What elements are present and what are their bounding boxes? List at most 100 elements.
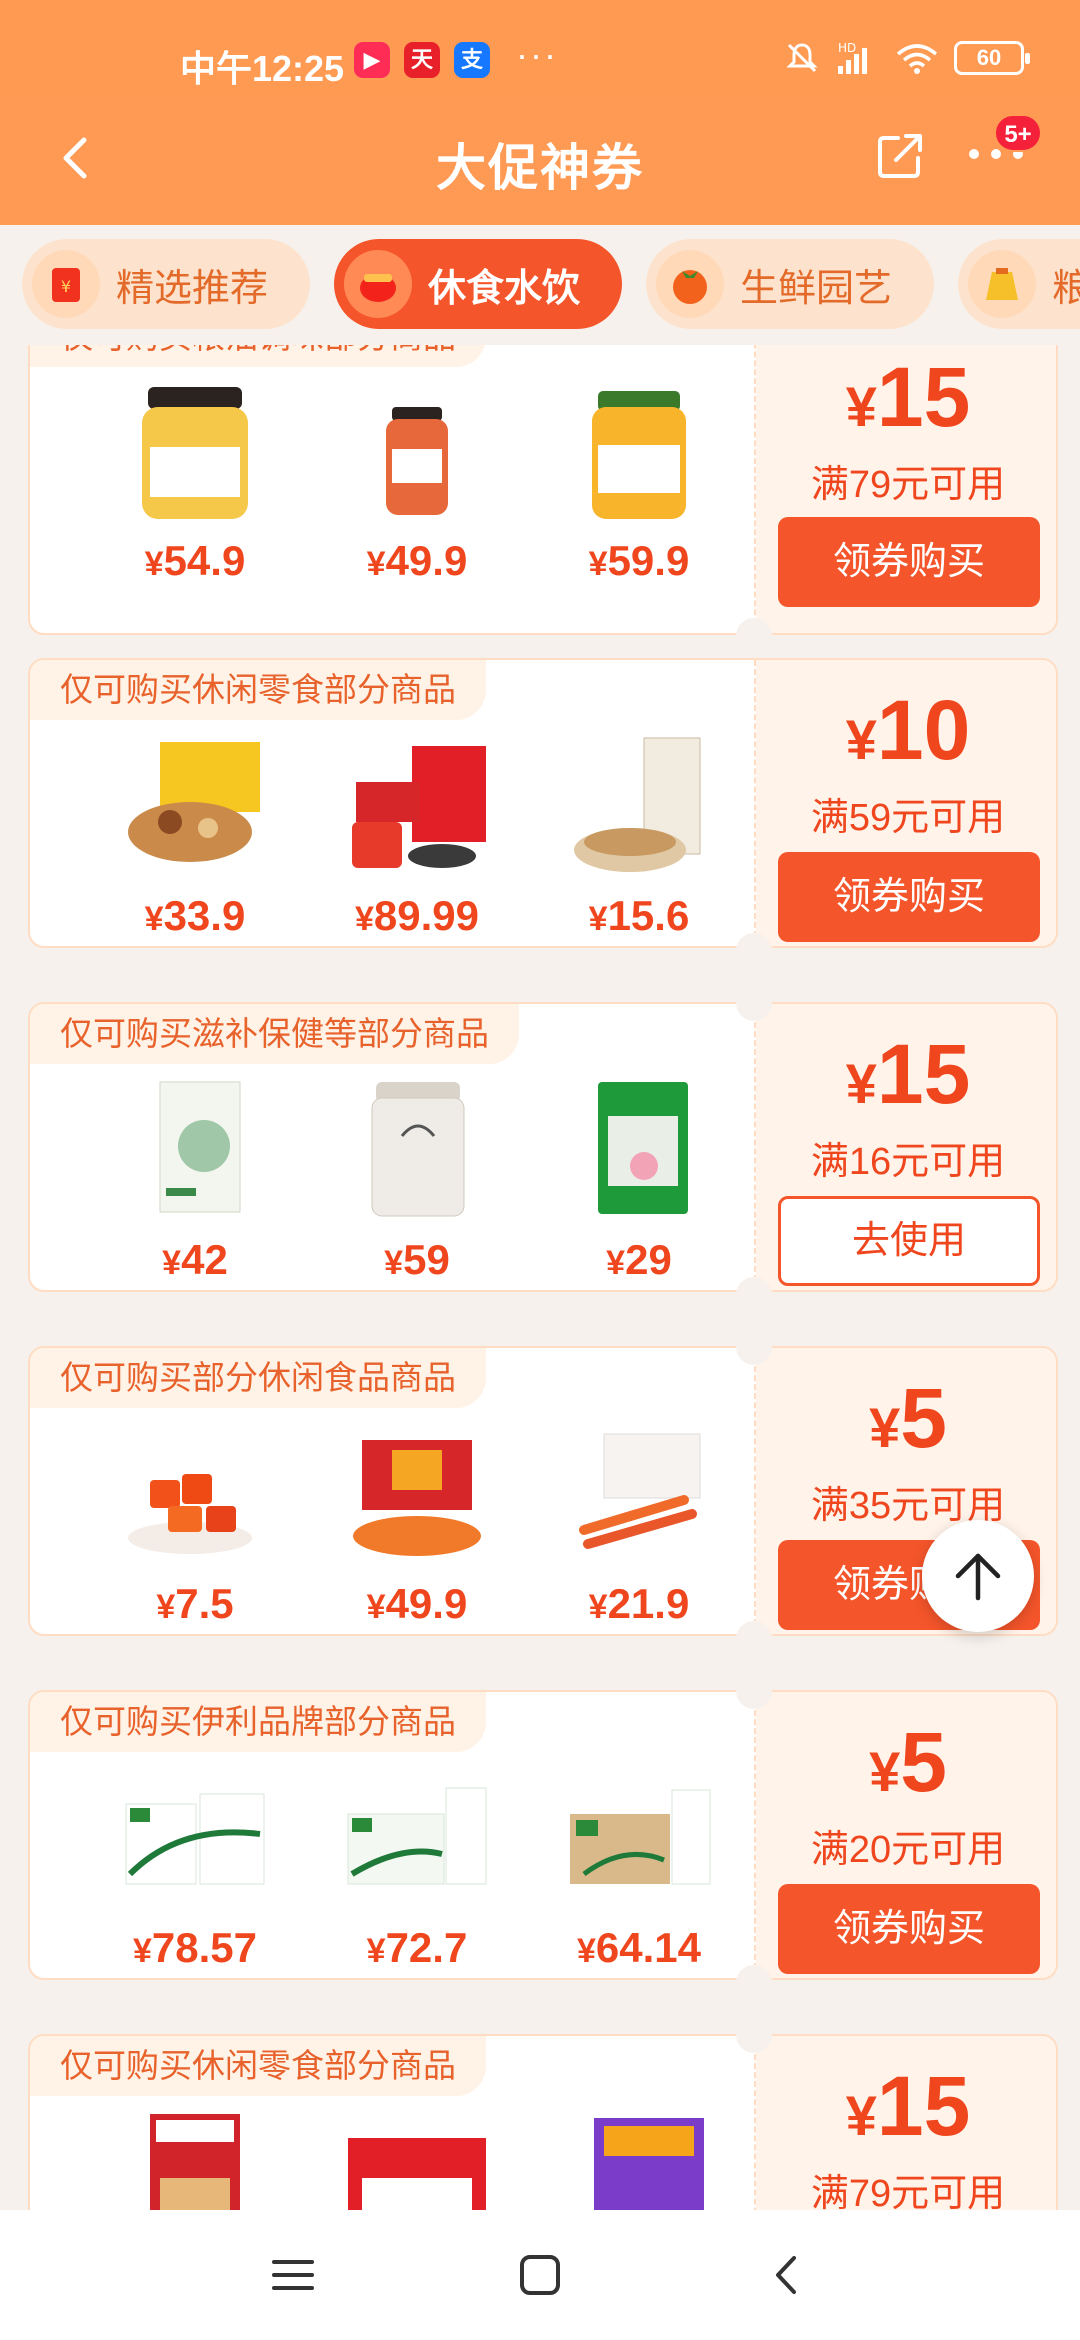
wifi-icon — [896, 44, 938, 74]
tab-label: 粮 — [1052, 267, 1080, 310]
product-price: ¥33.9 — [144, 892, 246, 939]
ticket-notch — [736, 1329, 772, 1365]
snack-box-image — [594, 2118, 704, 2210]
coupon-card: 仅可购买粮油调味部分商品 ¥54.9 ¥49.9 ¥59.9 ¥15 满79元可… — [28, 345, 1058, 635]
loacker-wafer-image — [150, 2114, 240, 2210]
yellow-peach-jar-image — [592, 391, 686, 519]
coupon-condition: 满79元可用 — [810, 2173, 1006, 2210]
scroll-to-top-button[interactable] — [922, 1520, 1034, 1632]
coupon-card: 仅可购买休闲零食部分商品 ¥15 满79元可用 — [28, 2034, 1058, 2210]
gift-box-snacks-image — [352, 746, 486, 868]
coupon-scope-label: 仅可购买休闲零食部分商品 — [30, 660, 486, 720]
coupon-amount: ¥10 — [845, 683, 971, 777]
tab-label: 精选推荐 — [116, 267, 269, 310]
alipay-app-icon: 支 — [454, 42, 490, 78]
product-price: ¥49.9 — [366, 1580, 468, 1627]
back-icon[interactable] — [762, 2250, 812, 2300]
coupon-value-panel: ¥15 满79元可用 — [756, 2036, 1056, 2210]
ticket-notch — [736, 1965, 772, 2001]
latiao-strips-image — [579, 1433, 701, 1549]
coupon-condition: 满35元可用 — [810, 1485, 1006, 1527]
tab-snacks-drinks[interactable]: 休食水饮 — [334, 239, 622, 329]
menu-icon[interactable] — [268, 2250, 318, 2300]
product-price: ¥89.99 — [354, 892, 480, 939]
claim-and-buy-button[interactable]: 领券购买 — [778, 1884, 1040, 1974]
pure-milk-gift-box-image — [347, 1787, 487, 1885]
status-right-group: HD 60 — [784, 40, 1030, 76]
ticket-notch — [736, 1673, 772, 1709]
coupon-card: 仅可购买休闲零食部分商品 ¥33.9 ¥89.99 ¥15.6 ¥10 满59元… — [28, 658, 1058, 948]
tab-label: 休食水饮 — [428, 267, 581, 310]
coupon-list: 仅可购买粮油调味部分商品 ¥54.9 ¥49.9 ¥59.9 ¥15 满79元可… — [0, 345, 1080, 2210]
product-price: ¥59.9 — [588, 537, 690, 584]
coupon-card: 仅可购买伊利品牌部分商品 ¥78.57 ¥72.7 ¥64.14 ¥5 满20元… — [28, 1690, 1058, 1980]
spicy-gluten-snack-image — [128, 1474, 252, 1554]
tab-featured[interactable]: ¥ 精选推荐 — [22, 239, 310, 329]
coupon-value-panel: ¥5 满20元可用 领券购买 — [756, 1692, 1056, 1978]
gift-icon — [344, 250, 412, 318]
coupon-condition: 满79元可用 — [810, 464, 1006, 506]
product-price: ¥78.57 — [132, 1924, 258, 1971]
grain-bag-icon — [968, 250, 1036, 318]
coupon-card: 仅可购买部分休闲食品商品 ¥7.5 ¥49.9 ¥21.9 ¥5 满35元可用 … — [28, 1346, 1058, 1636]
product-price: ¥54.9 — [144, 537, 246, 584]
persimmon-icon — [656, 250, 724, 318]
more-notifications-icon: ··· — [516, 34, 558, 75]
biscoff-cookie-image — [348, 2138, 486, 2210]
product-price: ¥49.9 — [366, 537, 468, 584]
coupon-value-panel: ¥10 满59元可用 领券购买 — [756, 660, 1056, 946]
coupon-card: 仅可购买滋补保健等部分商品 ¥42 ¥59 ¥29 ¥15 满16元可用 去使用 — [28, 1002, 1058, 1292]
category-tabs: ¥ 精选推荐 休食水饮 生鲜园艺 粮 — [0, 225, 1080, 345]
battery-icon: 60 — [954, 41, 1030, 75]
use-now-button[interactable]: 去使用 — [778, 1196, 1040, 1286]
coupon-scope-label: 仅可购买粮油调味部分商品 — [30, 345, 486, 367]
product-price: ¥15.6 — [588, 892, 690, 939]
peanuts-image — [574, 737, 701, 872]
tab-grain[interactable]: 粮 — [958, 239, 1080, 329]
share-icon[interactable] — [876, 130, 926, 180]
tab-fresh-garden[interactable]: 生鲜园艺 — [646, 239, 934, 329]
coupon-condition: 满20元可用 — [810, 1829, 1006, 1871]
tab-label: 生鲜园艺 — [740, 267, 893, 310]
message-count-badge: 5+ — [994, 114, 1042, 152]
coupon-value-panel: ¥15 满16元可用 去使用 — [756, 1004, 1056, 1290]
svg-text:HD: HD — [838, 41, 856, 55]
lotus-powder-jar-image — [371, 1082, 465, 1217]
product-price: ¥29 — [606, 1236, 672, 1283]
coupon-condition: 满16元可用 — [810, 1141, 1006, 1183]
home-icon[interactable] — [515, 2250, 565, 2300]
claim-and-buy-button[interactable]: 领券购买 — [778, 852, 1040, 942]
coupon-scope-label: 仅可购买伊利品牌部分商品 — [30, 1692, 486, 1752]
coupon-amount: ¥5 — [869, 1371, 947, 1465]
video-app-icon: ▶ — [354, 42, 390, 78]
coupon-amount: ¥15 — [845, 2059, 971, 2153]
mixed-nuts-image — [128, 742, 260, 862]
lotus-powder-bag-image — [598, 1082, 688, 1214]
coupon-condition: 满59元可用 — [810, 797, 1006, 839]
claim-and-buy-button[interactable]: 领券购买 — [778, 517, 1040, 607]
svg-text:¥: ¥ — [61, 277, 71, 296]
product-price: ¥59 — [384, 1236, 450, 1283]
lotus-root-powder-box-image — [159, 1081, 241, 1213]
product-price: ¥72.7 — [366, 1924, 468, 1971]
coupon-scope-label: 仅可购买休闲零食部分商品 — [30, 2036, 486, 2096]
signal-icon: HD — [838, 41, 867, 74]
coupon-amount: ¥15 — [845, 1027, 971, 1121]
coupon-amount: ¥15 — [845, 350, 971, 444]
ticket-notch — [736, 933, 772, 969]
mute-icon — [786, 43, 818, 73]
top-header: 中午12:25 ▶ 天 支 ··· HD 60 大促神券 5+ — [0, 0, 1080, 225]
arrow-up-icon — [955, 1553, 1001, 1601]
product-price: ¥64.14 — [576, 1924, 702, 1971]
status-time: 中午12:25 — [180, 48, 345, 89]
coupon-value-panel: ¥15 满79元可用 领券购买 — [756, 345, 1056, 633]
ticket-notch — [736, 618, 772, 654]
ticket-notch — [736, 1621, 772, 1657]
coupon-amount: ¥5 — [869, 1715, 947, 1809]
nav-bar: 大促神券 5+ — [0, 110, 1080, 210]
ticket-notch — [736, 1277, 772, 1313]
product-price: ¥42 — [162, 1236, 228, 1283]
status-bar: 中午12:25 ▶ 天 支 ··· HD 60 — [0, 30, 1080, 90]
tmall-app-icon: 天 — [404, 42, 440, 78]
coupon-scope-label: 仅可购买滋补保健等部分商品 — [30, 1004, 519, 1064]
